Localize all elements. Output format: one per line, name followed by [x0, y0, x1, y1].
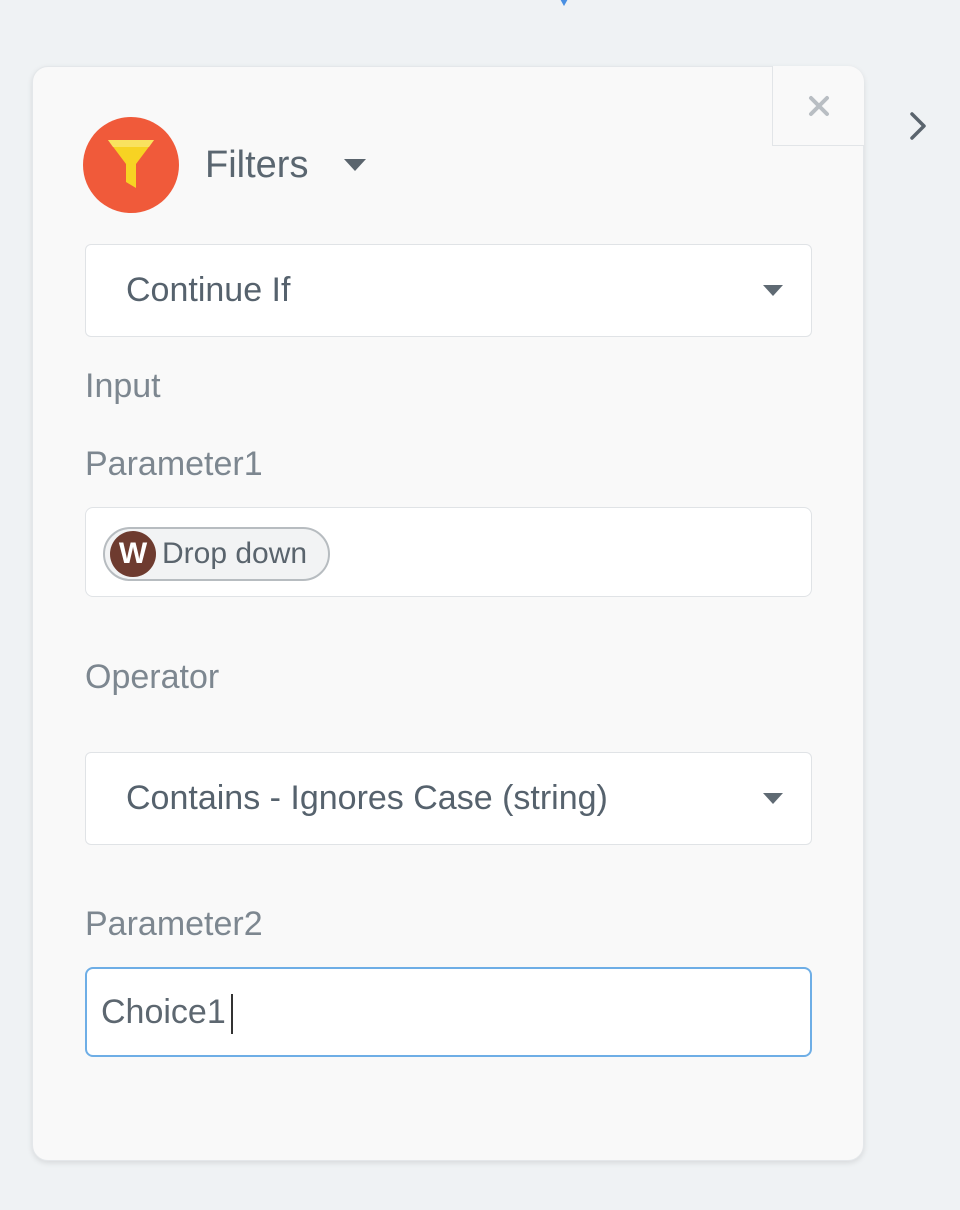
operator-select[interactable]: Contains - Ignores Case (string) — [85, 752, 812, 845]
close-icon — [808, 95, 829, 116]
chevron-down-icon[interactable] — [344, 159, 367, 171]
close-button[interactable] — [772, 66, 864, 146]
app-avatar-icon: W — [110, 531, 156, 577]
filter-step-panel: Filters Continue If Input Parameter1 W D… — [32, 66, 864, 1161]
parameter1-label: Parameter1 — [85, 445, 263, 483]
input-section-label: Input — [85, 367, 161, 405]
operator-label: Operator — [85, 658, 220, 696]
operator-select-value: Contains - Ignores Case (string) — [126, 779, 608, 817]
chevron-right-icon[interactable] — [904, 110, 932, 142]
parameter1-field[interactable]: W Drop down — [85, 507, 812, 597]
text-cursor — [231, 994, 233, 1034]
drop-down-token[interactable]: W Drop down — [103, 527, 330, 581]
parameter2-input[interactable] — [85, 967, 812, 1057]
step-title: Filters — [205, 143, 309, 186]
action-select[interactable]: Continue If — [85, 244, 812, 337]
token-label: Drop down — [162, 537, 308, 570]
connector-arrow-icon — [560, 0, 568, 6]
funnel-icon — [83, 117, 179, 213]
chevron-down-icon — [763, 793, 783, 804]
action-select-value: Continue If — [126, 271, 291, 309]
parameter2-label: Parameter2 — [85, 905, 263, 943]
chevron-down-icon — [763, 285, 783, 296]
step-header: Filters — [83, 117, 367, 213]
